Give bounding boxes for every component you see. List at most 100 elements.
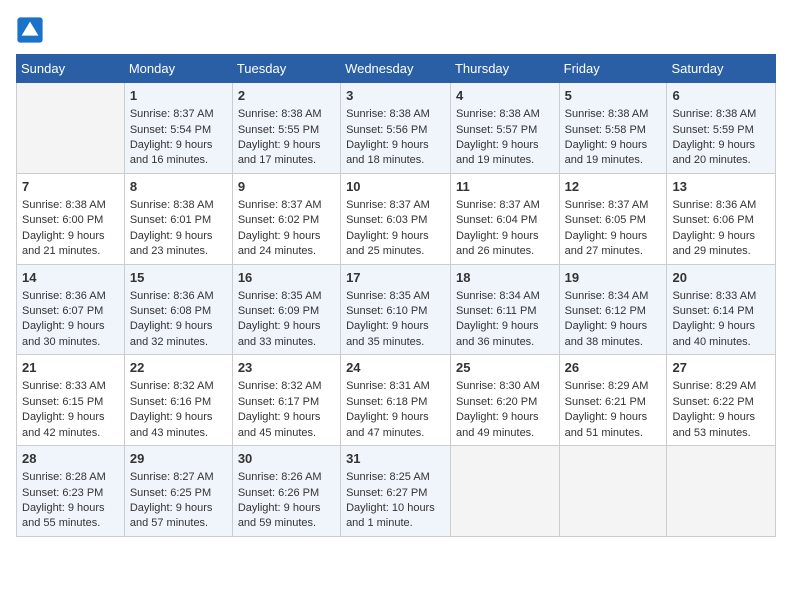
day-cell: 28Sunrise: 8:28 AMSunset: 6:23 PMDayligh… xyxy=(17,446,125,537)
day-number: 28 xyxy=(22,450,119,468)
day-info: Daylight: 9 hours xyxy=(565,138,662,153)
day-info: Sunrise: 8:34 AM xyxy=(565,289,662,304)
logo-icon xyxy=(16,16,44,44)
day-cell: 11Sunrise: 8:37 AMSunset: 6:04 PMDayligh… xyxy=(450,173,559,264)
day-info: Daylight: 9 hours xyxy=(565,319,662,334)
day-number: 2 xyxy=(238,87,335,105)
day-info: Sunrise: 8:38 AM xyxy=(565,107,662,122)
day-info: Sunrise: 8:38 AM xyxy=(456,107,554,122)
day-number: 27 xyxy=(672,359,770,377)
day-cell: 10Sunrise: 8:37 AMSunset: 6:03 PMDayligh… xyxy=(341,173,451,264)
day-info: Sunset: 5:54 PM xyxy=(130,123,227,138)
day-cell xyxy=(559,446,667,537)
day-info: and 26 minutes. xyxy=(456,244,554,259)
day-info: and 35 minutes. xyxy=(346,335,445,350)
day-info: and 42 minutes. xyxy=(22,426,119,441)
day-header-sunday: Sunday xyxy=(17,55,125,83)
day-info: and 32 minutes. xyxy=(130,335,227,350)
calendar-table: SundayMondayTuesdayWednesdayThursdayFrid… xyxy=(16,54,776,537)
day-info: Sunset: 5:59 PM xyxy=(672,123,770,138)
day-info: Sunrise: 8:36 AM xyxy=(130,289,227,304)
day-info: Sunset: 6:09 PM xyxy=(238,304,335,319)
day-info: Sunrise: 8:35 AM xyxy=(238,289,335,304)
day-cell: 22Sunrise: 8:32 AMSunset: 6:16 PMDayligh… xyxy=(124,355,232,446)
day-info: Sunrise: 8:25 AM xyxy=(346,470,445,485)
day-info: and 19 minutes. xyxy=(565,153,662,168)
day-info: Sunrise: 8:38 AM xyxy=(238,107,335,122)
day-info: Daylight: 9 hours xyxy=(565,410,662,425)
day-header-tuesday: Tuesday xyxy=(232,55,340,83)
day-info: Daylight: 9 hours xyxy=(346,410,445,425)
day-info: and 40 minutes. xyxy=(672,335,770,350)
day-info: Sunset: 6:18 PM xyxy=(346,395,445,410)
day-info: Sunrise: 8:32 AM xyxy=(130,379,227,394)
day-number: 5 xyxy=(565,87,662,105)
day-info: Daylight: 9 hours xyxy=(238,229,335,244)
day-info: Sunset: 5:55 PM xyxy=(238,123,335,138)
day-info: Sunrise: 8:33 AM xyxy=(672,289,770,304)
day-info: and 21 minutes. xyxy=(22,244,119,259)
day-cell: 14Sunrise: 8:36 AMSunset: 6:07 PMDayligh… xyxy=(17,264,125,355)
day-info: and 33 minutes. xyxy=(238,335,335,350)
day-info: Sunset: 6:17 PM xyxy=(238,395,335,410)
day-info: Sunset: 6:14 PM xyxy=(672,304,770,319)
day-info: Sunset: 6:02 PM xyxy=(238,213,335,228)
day-info: Sunrise: 8:37 AM xyxy=(456,198,554,213)
day-info: Daylight: 9 hours xyxy=(456,410,554,425)
day-info: and 53 minutes. xyxy=(672,426,770,441)
day-info: and 36 minutes. xyxy=(456,335,554,350)
day-cell: 16Sunrise: 8:35 AMSunset: 6:09 PMDayligh… xyxy=(232,264,340,355)
day-info: Sunrise: 8:32 AM xyxy=(238,379,335,394)
day-number: 22 xyxy=(130,359,227,377)
day-number: 8 xyxy=(130,178,227,196)
day-number: 30 xyxy=(238,450,335,468)
day-info: Sunset: 6:22 PM xyxy=(672,395,770,410)
day-info: Sunset: 6:27 PM xyxy=(346,486,445,501)
day-info: Sunrise: 8:36 AM xyxy=(22,289,119,304)
day-info: Sunrise: 8:38 AM xyxy=(22,198,119,213)
day-cell: 24Sunrise: 8:31 AMSunset: 6:18 PMDayligh… xyxy=(341,355,451,446)
day-number: 1 xyxy=(130,87,227,105)
day-info: and 18 minutes. xyxy=(346,153,445,168)
week-row-5: 28Sunrise: 8:28 AMSunset: 6:23 PMDayligh… xyxy=(17,446,776,537)
day-info: Sunrise: 8:36 AM xyxy=(672,198,770,213)
day-info: Sunrise: 8:29 AM xyxy=(672,379,770,394)
day-info: and 23 minutes. xyxy=(130,244,227,259)
day-info: Sunset: 6:01 PM xyxy=(130,213,227,228)
day-cell: 29Sunrise: 8:27 AMSunset: 6:25 PMDayligh… xyxy=(124,446,232,537)
day-number: 7 xyxy=(22,178,119,196)
day-info: Sunrise: 8:30 AM xyxy=(456,379,554,394)
day-info: Sunset: 6:07 PM xyxy=(22,304,119,319)
day-info: and 16 minutes. xyxy=(130,153,227,168)
day-number: 6 xyxy=(672,87,770,105)
day-cell: 13Sunrise: 8:36 AMSunset: 6:06 PMDayligh… xyxy=(667,173,776,264)
day-info: Sunrise: 8:28 AM xyxy=(22,470,119,485)
day-info: and 43 minutes. xyxy=(130,426,227,441)
day-info: Sunset: 6:25 PM xyxy=(130,486,227,501)
day-info: Daylight: 9 hours xyxy=(672,410,770,425)
day-number: 10 xyxy=(346,178,445,196)
day-info: Daylight: 9 hours xyxy=(238,410,335,425)
day-info: Sunrise: 8:38 AM xyxy=(130,198,227,213)
day-cell: 18Sunrise: 8:34 AMSunset: 6:11 PMDayligh… xyxy=(450,264,559,355)
days-header-row: SundayMondayTuesdayWednesdayThursdayFrid… xyxy=(17,55,776,83)
day-info: Daylight: 9 hours xyxy=(238,138,335,153)
day-info: Sunset: 6:26 PM xyxy=(238,486,335,501)
day-info: Sunrise: 8:37 AM xyxy=(130,107,227,122)
day-number: 3 xyxy=(346,87,445,105)
day-info: Sunset: 6:00 PM xyxy=(22,213,119,228)
day-info: Sunset: 6:08 PM xyxy=(130,304,227,319)
day-info: Sunrise: 8:38 AM xyxy=(346,107,445,122)
day-info: and 17 minutes. xyxy=(238,153,335,168)
day-cell: 23Sunrise: 8:32 AMSunset: 6:17 PMDayligh… xyxy=(232,355,340,446)
day-cell: 17Sunrise: 8:35 AMSunset: 6:10 PMDayligh… xyxy=(341,264,451,355)
day-header-wednesday: Wednesday xyxy=(341,55,451,83)
day-cell: 9Sunrise: 8:37 AMSunset: 6:02 PMDaylight… xyxy=(232,173,340,264)
day-info: Sunset: 6:10 PM xyxy=(346,304,445,319)
week-row-4: 21Sunrise: 8:33 AMSunset: 6:15 PMDayligh… xyxy=(17,355,776,446)
day-info: Sunrise: 8:29 AM xyxy=(565,379,662,394)
day-cell xyxy=(450,446,559,537)
day-cell: 20Sunrise: 8:33 AMSunset: 6:14 PMDayligh… xyxy=(667,264,776,355)
day-header-friday: Friday xyxy=(559,55,667,83)
day-info: Sunrise: 8:37 AM xyxy=(238,198,335,213)
